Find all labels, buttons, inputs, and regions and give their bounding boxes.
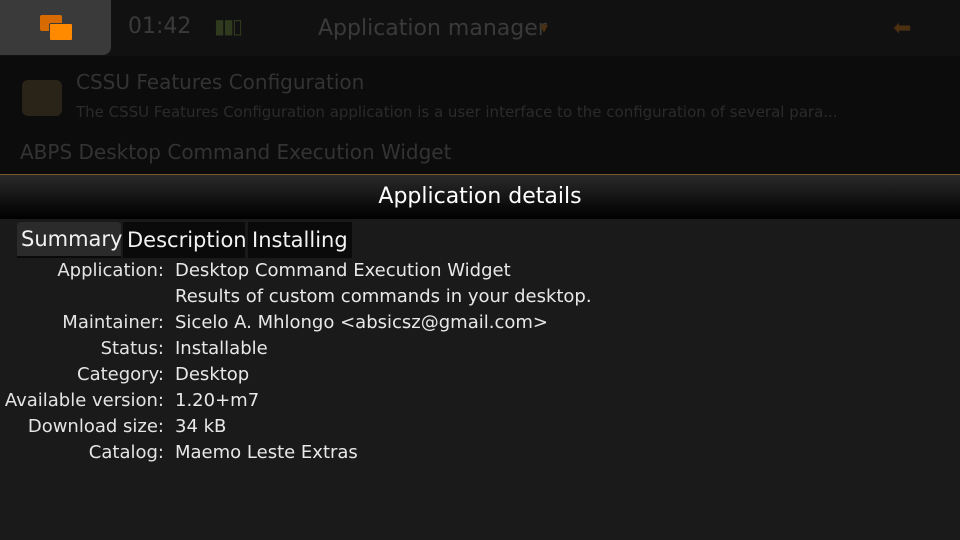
field-label: Maintainer:: [62, 312, 164, 333]
application-details-dialog: Application details Summary Description …: [0, 174, 960, 540]
status-clock: 01:42: [128, 14, 192, 39]
field-label: Catalog:: [88, 442, 164, 463]
chevron-down-icon: ▾: [540, 18, 549, 37]
field-value: Installable: [175, 338, 268, 359]
field-label: Category:: [77, 364, 164, 385]
field-label: Application:: [57, 260, 164, 281]
task-switcher-icon-front: [49, 23, 73, 41]
field-value: Maemo Leste Extras: [175, 442, 358, 463]
field-label: Download size:: [27, 416, 164, 437]
signal-battery-icon: ▮▮▯: [214, 14, 243, 38]
field-row-catalog: Catalog: Maemo Leste Extras: [0, 442, 960, 468]
background-app-window: 01:42 ▮▮▯ Application manager ▾ ⬅ CSSU F…: [0, 0, 960, 175]
field-row-application: Application: Desktop Command Execution W…: [0, 260, 960, 286]
background-titlebar: 01:42 ▮▮▯ Application manager ▾ ⬅: [0, 0, 960, 56]
field-value: Results of custom commands in your deskt…: [175, 286, 592, 307]
dialog-header: Application details: [0, 175, 960, 219]
background-list-item-title-2: ABPS Desktop Command Execution Widget: [20, 140, 452, 164]
field-value: 1.20+m7: [175, 390, 260, 411]
field-row-application-summary: Results of custom commands in your deskt…: [0, 286, 960, 312]
package-icon: [22, 80, 62, 116]
field-row-status: Status: Installable: [0, 338, 960, 364]
field-row-available-version: Available version: 1.20+m7: [0, 390, 960, 416]
dialog-title: Application details: [378, 184, 582, 209]
field-row-download-size: Download size: 34 kB: [0, 416, 960, 442]
field-value: Sicelo A. Mhlongo <absicsz@gmail.com>: [175, 312, 548, 333]
field-value: 34 kB: [175, 416, 227, 437]
field-value: Desktop: [175, 364, 250, 385]
tab-installing[interactable]: Installing: [248, 222, 352, 258]
background-list-item-subtitle: The CSSU Features Configuration applicat…: [76, 103, 838, 121]
field-label: Available version:: [4, 390, 164, 411]
tab-description[interactable]: Description: [123, 222, 247, 258]
back-arrow-icon: ⬅: [893, 16, 912, 41]
task-switcher-button[interactable]: [0, 0, 111, 55]
field-label: Status:: [100, 338, 164, 359]
tab-summary[interactable]: Summary: [17, 222, 122, 258]
background-app-title: Application manager: [318, 16, 547, 41]
background-list-item-title: CSSU Features Configuration: [76, 70, 365, 94]
field-row-maintainer: Maintainer: Sicelo A. Mhlongo <absicsz@g…: [0, 312, 960, 338]
field-row-category: Category: Desktop: [0, 364, 960, 390]
field-value: Desktop Command Execution Widget: [175, 260, 511, 281]
